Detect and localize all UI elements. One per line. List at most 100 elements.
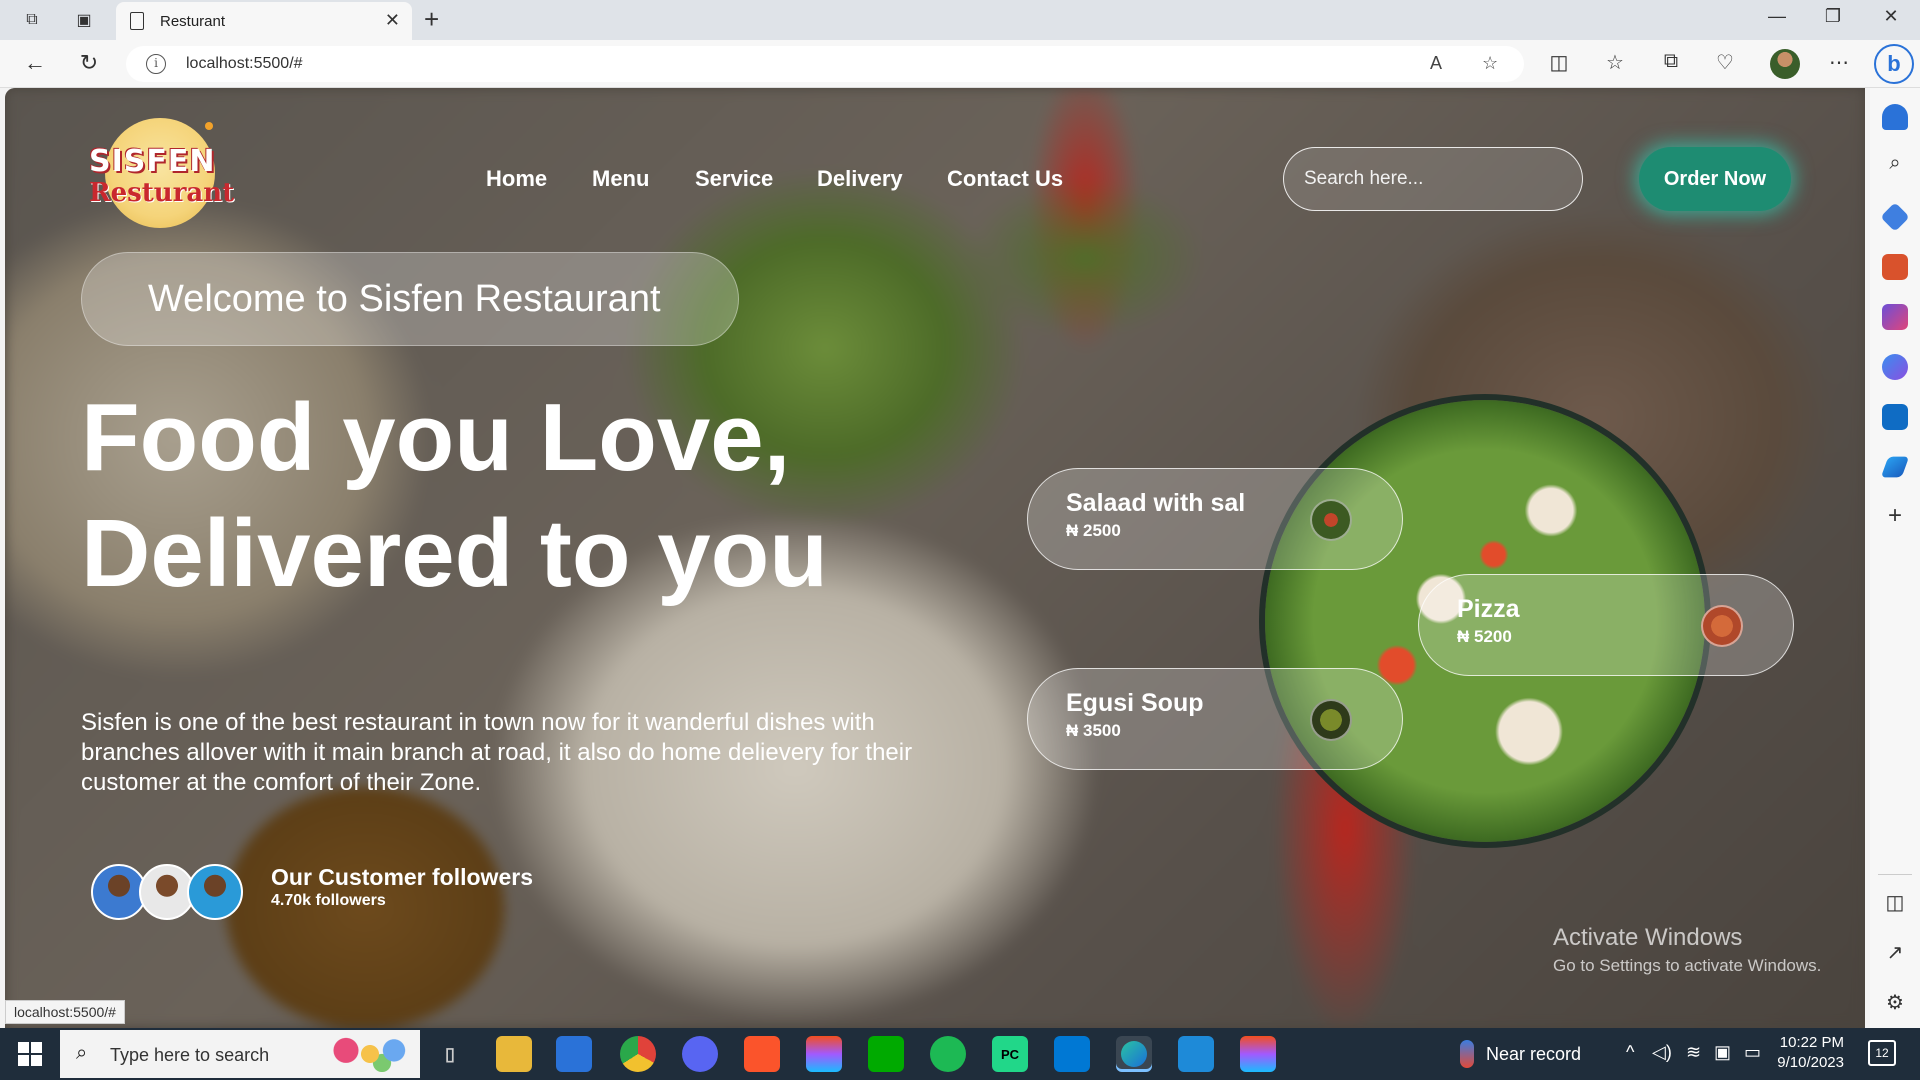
split-screen-icon[interactable]: ◫ [1544,50,1574,75]
address-bar[interactable]: i localhost:5500/# A ☆ [126,46,1524,82]
welcome-pill: Welcome to Sisfen Restaurant [81,252,739,346]
close-window-icon[interactable]: ✕ [1876,6,1906,27]
search-input[interactable] [1283,147,1583,211]
dish-name: Pizza [1457,595,1520,623]
favorite-star-icon[interactable]: ☆ [1482,53,1498,74]
games-icon[interactable] [1882,304,1908,330]
notification-bell-icon[interactable] [1882,104,1908,130]
browser-essentials-icon[interactable]: ♡ [1710,50,1740,75]
tools-briefcase-icon[interactable] [1882,254,1908,280]
figma-icon[interactable] [806,1036,842,1072]
follower-avatars [91,864,251,924]
dish-card-pizza[interactable]: Pizza ₦ 5200 [1418,574,1794,676]
sidebar-settings-icon[interactable]: ⚙ [1880,990,1910,1015]
status-bar-url: localhost:5500/# [5,1000,125,1024]
pizza-thumbnail [1701,605,1743,647]
figma-icon[interactable] [1240,1036,1276,1072]
search-highlight-icon [330,1036,410,1072]
egusi-thumbnail [1310,699,1352,741]
taskbar-time[interactable]: 10:22 PM [1774,1034,1844,1051]
pycharm-icon[interactable]: PC [992,1036,1028,1072]
volume-icon[interactable]: ◁) [1652,1042,1672,1063]
new-tab-icon[interactable]: + [424,4,439,35]
hide-sidebar-icon[interactable]: ◫ [1880,890,1910,915]
nav-menu[interactable]: Menu [592,166,649,192]
search-sidebar-icon[interactable]: ⌕ [1880,152,1910,175]
dish-price: ₦ 5200 [1457,627,1512,646]
drop-send-icon[interactable] [1880,456,1910,478]
open-external-icon[interactable]: ↗ [1880,940,1910,965]
refresh-icon[interactable]: ↻ [74,50,104,76]
nav-delivery[interactable]: Delivery [817,166,903,192]
more-menu-icon[interactable]: ⋯ [1824,50,1854,75]
wifi-icon[interactable]: ≋ [1686,1042,1701,1063]
favorites-icon[interactable]: ☆ [1600,50,1630,75]
dish-price: ₦ 2500 [1066,521,1121,540]
dish-price: ₦ 3500 [1066,721,1121,740]
photos-icon[interactable] [1178,1036,1214,1072]
activate-windows-subtitle: Go to Settings to activate Windows. [1553,956,1822,975]
chrome-icon[interactable] [620,1036,656,1072]
meet-now-icon[interactable]: ▣ [1714,1042,1731,1063]
hero-line-1: Food you Love, [81,384,791,491]
activate-windows-title: Activate Windows [1553,924,1743,951]
shopping-tag-icon[interactable] [1880,202,1910,232]
restore-icon[interactable]: ❐ [1818,6,1848,27]
spotify-icon[interactable] [930,1036,966,1072]
taskbar-search[interactable]: ⌕ Type here to search [60,1030,420,1078]
followers-title: Our Customer followers [271,864,533,890]
address-toolbar: ← ↻ i localhost:5500/# A ☆ ◫ ☆ ⧉ ♡ ⋯ b [0,40,1920,88]
back-icon[interactable]: ← [20,50,50,76]
logo-dot [205,122,213,130]
close-tab-icon[interactable]: ✕ [385,10,400,31]
description-text: Sisfen is one of the best restaurant in … [81,709,913,796]
tab-title: Resturant [160,13,226,30]
weather-thermometer-icon [1460,1040,1474,1068]
site-info-icon[interactable]: i [146,54,166,74]
battery-icon[interactable]: ▭ [1744,1042,1761,1063]
file-explorer-icon[interactable] [496,1036,532,1072]
followers-count: 4.70k followers [271,892,386,909]
windows-taskbar: ⌕ Type here to search ▯ PC Near record ^… [0,1028,1920,1080]
dish-card-salad[interactable]: Salaad with sal ₦ 2500 [1027,468,1403,570]
notification-center-icon[interactable]: 12 [1868,1040,1896,1066]
nav-home[interactable]: Home [486,166,547,192]
hero-line-2: Delivered to you [81,500,828,607]
weather-text[interactable]: Near record [1486,1044,1581,1065]
taskbar-date[interactable]: 9/10/2023 [1774,1054,1844,1071]
microsoft-365-icon[interactable] [1882,354,1908,380]
add-sidebar-app-icon[interactable]: + [1880,502,1910,530]
discord-icon[interactable] [682,1036,718,1072]
browser-tab[interactable]: Resturant ✕ [116,2,412,40]
tray-overflow-icon[interactable]: ^ [1626,1042,1634,1063]
order-now-button[interactable]: Order Now [1639,147,1791,211]
browser-tab-bar: ⧉ ▣ Resturant ✕ + — ❐ ✕ [0,0,1920,40]
salad-thumbnail [1310,499,1352,541]
outlook-icon[interactable] [1882,404,1908,430]
windows-start-icon[interactable] [18,1042,42,1066]
sidebar-divider [1878,874,1912,875]
taskbar-search-text: Type here to search [110,1045,270,1065]
vertical-tabs-icon[interactable]: ▣ [72,8,96,32]
logo-text-bottom: Resturant [89,178,235,208]
logo-text-top: SISFEN [89,144,216,179]
task-view-icon[interactable]: ▯ [432,1036,468,1072]
microsoft-store-icon[interactable] [556,1036,592,1072]
edge-icon[interactable] [1116,1036,1152,1072]
nav-service[interactable]: Service [695,166,773,192]
vscode-icon[interactable] [1054,1036,1090,1072]
dish-name: Salaad with sal [1066,489,1246,517]
nav-contact-us[interactable]: Contact Us [947,166,1063,192]
collections-icon[interactable]: ⧉ [1656,50,1686,73]
dish-card-egusi-soup[interactable]: Egusi Soup ₦ 3500 [1027,668,1403,770]
profile-avatar[interactable] [1770,49,1800,79]
read-aloud-icon[interactable]: A [1430,53,1442,74]
bing-copilot-icon[interactable]: b [1874,44,1914,84]
workspaces-icon[interactable]: ⧉ [20,8,44,32]
minimize-icon[interactable]: — [1762,6,1792,27]
page-icon [130,12,144,30]
notepad-plus-icon[interactable] [868,1036,904,1072]
browser-sidebar: ⌕ + ◫ ↗ ⚙ [1870,88,1920,1028]
brave-icon[interactable] [744,1036,780,1072]
url-text[interactable]: localhost:5500/# [186,55,303,73]
